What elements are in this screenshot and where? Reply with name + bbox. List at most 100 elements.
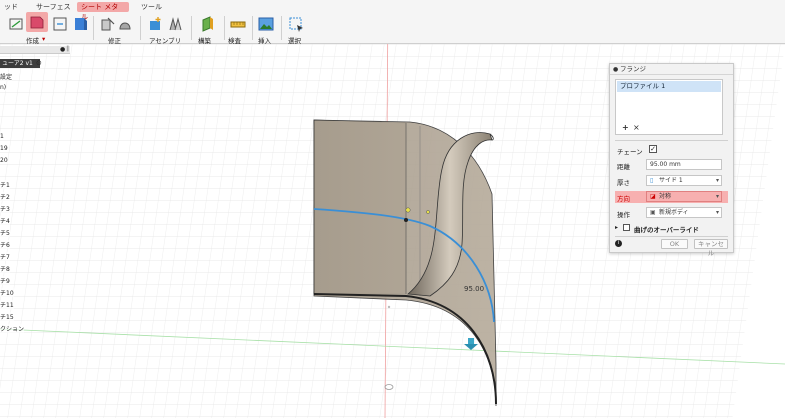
tree-item[interactable]: チ11 xyxy=(0,300,14,309)
chain-row: チェーン ✓ xyxy=(615,144,728,156)
toolbar-ribbon: ッド サーフェス シート メタル ツール 作成 ▾ 修正 アセンブリ 構築 検査 xyxy=(0,0,785,45)
insert-group: 挿入 xyxy=(256,14,280,45)
dialog-title[interactable]: ● フランジ xyxy=(610,64,733,75)
modify-group: 修正 xyxy=(98,14,134,45)
assemble-group: アセンブリ xyxy=(145,14,187,45)
document-root-item[interactable]: ューア2 v1 xyxy=(0,59,40,68)
tree-item[interactable]: チ10 xyxy=(0,288,14,297)
tree-item[interactable]: n) xyxy=(0,84,7,91)
dialog-collapse-icon[interactable]: ● xyxy=(613,64,618,75)
tree-item[interactable]: チ4 xyxy=(0,216,10,225)
cancel-button[interactable]: キャンセル xyxy=(694,239,728,257)
divider xyxy=(281,16,282,40)
new-component-icon[interactable] xyxy=(147,16,163,32)
tree-item[interactable]: チ1 xyxy=(0,180,10,189)
bend-override-label: 曲げのオーバーライド xyxy=(634,226,699,234)
construct-plane-icon[interactable] xyxy=(200,16,216,32)
tab-solid[interactable]: ッド xyxy=(0,2,22,12)
chevron-down-icon[interactable]: ▾ xyxy=(42,35,45,43)
constraint-point[interactable] xyxy=(426,210,430,214)
tree-item[interactable]: 設定 xyxy=(0,72,13,81)
profile-list[interactable]: プロファイル 1 + × xyxy=(615,79,723,135)
tab-surface[interactable]: サーフェス xyxy=(32,2,75,12)
direction-label: 方向 xyxy=(617,195,630,203)
tree-item[interactable]: チ3 xyxy=(0,204,10,213)
distance-row: 距離 95.00 mm xyxy=(615,159,728,171)
remove-profile-icon[interactable]: × xyxy=(633,123,640,132)
inspect-group: 検査 xyxy=(228,14,252,45)
ok-button[interactable]: OK xyxy=(661,239,688,249)
thickness-row: 厚さ ▯ サイド 1 xyxy=(615,175,728,187)
insert-image-icon[interactable] xyxy=(258,16,274,32)
select-menu-label[interactable]: 選択 xyxy=(288,35,301,45)
side-icon: ▯ xyxy=(650,177,654,184)
browser-header: ● ∥ xyxy=(0,45,70,54)
tree-item[interactable]: チ8 xyxy=(0,264,10,273)
chain-label: チェーン xyxy=(617,148,643,156)
construct-group: 構築 xyxy=(196,14,222,45)
visibility-icon[interactable]: ⊙ xyxy=(36,59,42,67)
select-group: 選択 xyxy=(285,14,309,45)
new-body-icon: ▣ xyxy=(650,209,656,216)
modify-menu-label[interactable]: 修正 xyxy=(108,35,121,45)
inspect-menu-label[interactable]: 検査 xyxy=(228,35,241,45)
divider xyxy=(252,16,253,40)
tree-item[interactable]: 19 xyxy=(0,145,8,152)
thickness-value: サイド 1 xyxy=(659,177,683,184)
symmetric-icon: ◪ xyxy=(650,193,656,200)
dimension-label[interactable]: 95.00 xyxy=(464,285,484,293)
direction-row: 方向 ◪ 対称 xyxy=(615,191,728,203)
chain-checkbox[interactable]: ✓ xyxy=(649,145,657,153)
browser-pin-icon[interactable]: ∥ xyxy=(66,45,69,52)
create-menu-label[interactable]: 作成 xyxy=(26,35,39,45)
sketch-icon[interactable] xyxy=(8,16,24,32)
tree-item[interactable]: 1 xyxy=(0,133,4,140)
flange-icon[interactable] xyxy=(29,14,45,30)
tree-item[interactable]: チ9 xyxy=(0,276,10,285)
measure-icon[interactable] xyxy=(230,16,246,32)
info-icon[interactable]: i xyxy=(615,240,622,247)
profile-list-item[interactable]: プロファイル 1 xyxy=(617,81,721,92)
press-pull-icon[interactable] xyxy=(117,16,133,32)
divider xyxy=(93,16,94,40)
direction-select[interactable]: ◪ 対称 xyxy=(646,191,722,202)
tree-item[interactable]: チ7 xyxy=(0,252,10,261)
add-profile-icon[interactable]: + xyxy=(622,123,629,132)
modify-icon[interactable] xyxy=(100,16,116,32)
bend-override-row[interactable]: ▸ 曲げのオーバーライド xyxy=(615,222,728,234)
ribbon-empty-area xyxy=(312,0,785,14)
operation-label: 操作 xyxy=(617,211,630,219)
tree-item[interactable]: 20 xyxy=(0,157,8,164)
unfold-icon[interactable] xyxy=(72,16,88,32)
tree-item[interactable]: チ2 xyxy=(0,192,10,201)
flange-dialog: ● フランジ プロファイル 1 + × チェーン ✓ 距離 95.00 mm 厚… xyxy=(609,63,734,257)
convert-icon[interactable] xyxy=(52,16,68,32)
dialog-title-text: フランジ xyxy=(620,65,646,73)
assemble-menu-label[interactable]: アセンブリ xyxy=(149,35,181,45)
thickness-select[interactable]: ▯ サイド 1 xyxy=(646,175,722,186)
tab-tools[interactable]: ツール xyxy=(137,2,166,12)
divider xyxy=(224,16,225,40)
divider xyxy=(140,16,141,40)
construct-menu-label[interactable]: 構築 xyxy=(198,35,211,45)
origin-point xyxy=(387,305,391,309)
tree-item[interactable]: チ6 xyxy=(0,240,10,249)
tree-item[interactable]: チ5 xyxy=(0,228,10,237)
tree-item[interactable]: クション xyxy=(0,324,25,333)
bend-override-checkbox[interactable] xyxy=(623,224,630,231)
constraint-point[interactable] xyxy=(405,207,411,213)
expand-icon[interactable]: ▸ xyxy=(615,224,618,231)
tab-sheet-metal[interactable]: シート メタル xyxy=(77,2,129,21)
tree-item[interactable]: チ15 xyxy=(0,312,14,321)
distance-input[interactable]: 95.00 mm xyxy=(646,159,722,170)
browser-collapse-icon[interactable]: ● xyxy=(60,46,65,53)
curve-vertex[interactable] xyxy=(404,218,408,222)
operation-select[interactable]: ▣ 新規ボディ xyxy=(646,207,722,218)
operation-row: 操作 ▣ 新規ボディ xyxy=(615,207,728,219)
divider xyxy=(191,16,192,40)
thickness-label: 厚さ xyxy=(617,179,630,187)
select-icon[interactable] xyxy=(288,16,304,32)
joint-icon[interactable] xyxy=(167,16,183,32)
divider xyxy=(615,140,728,141)
insert-menu-label[interactable]: 挿入 xyxy=(258,35,271,45)
